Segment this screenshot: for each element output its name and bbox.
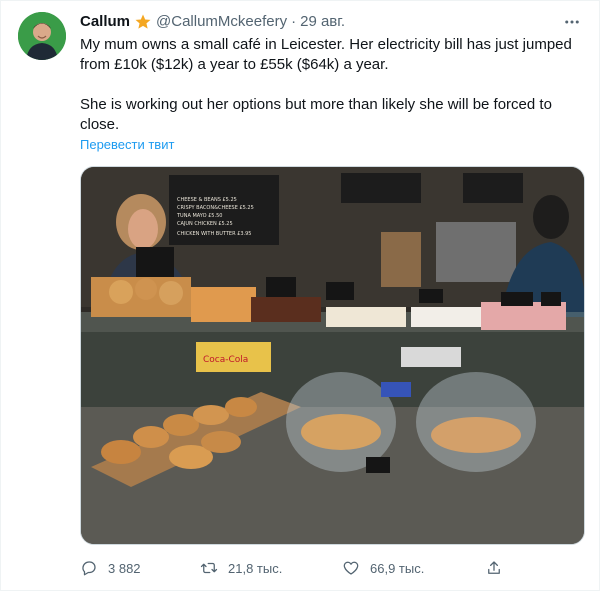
reply-button[interactable]: 3 882 bbox=[80, 556, 141, 580]
tweet-header: Callum @CallumMckeefery · 29 авг. bbox=[80, 13, 345, 31]
like-button[interactable]: 66,9 тыс. bbox=[342, 556, 424, 580]
menu-line: CHEESE & BEANS £5.25 bbox=[177, 197, 237, 203]
menu-line: CAJUN CHICKEN £5.25 bbox=[177, 221, 233, 227]
separator-dot: · bbox=[291, 13, 297, 30]
menu-line: TUNA MAYO £5.50 bbox=[176, 213, 222, 219]
share-icon bbox=[488, 561, 500, 574]
display-name[interactable]: Callum bbox=[80, 13, 130, 31]
reply-icon bbox=[82, 561, 96, 576]
like-count: 66,9 тыс. bbox=[370, 560, 425, 576]
tweet-photo[interactable]: CHEESE & BEANS £5.25 CRISPY BACON&CHEESE… bbox=[80, 166, 585, 545]
retweet-icon bbox=[200, 562, 218, 574]
translate-link[interactable]: Перевести твит bbox=[80, 137, 174, 153]
share-button[interactable] bbox=[485, 556, 503, 580]
cafe-photo: CHEESE & BEANS £5.25 CRISPY BACON&CHEESE… bbox=[81, 167, 584, 544]
retweet-button[interactable]: 21,8 тыс. bbox=[200, 556, 282, 580]
tweet-text: My mum owns a small café in Leicester. H… bbox=[80, 36, 572, 133]
more-options-button[interactable] bbox=[559, 9, 585, 35]
tweet-card: Callum @CallumMckeefery · 29 авг. My mum… bbox=[0, 0, 600, 591]
more-icon bbox=[565, 20, 579, 24]
retweet-count: 21,8 тыс. bbox=[228, 560, 283, 576]
reply-count: 3 882 bbox=[108, 560, 141, 576]
star-icon bbox=[134, 13, 152, 31]
cocacola-sign: Coca-Cola bbox=[203, 355, 248, 365]
user-handle[interactable]: @CallumMckeefery bbox=[156, 13, 287, 31]
menu-line: CHICKEN WITH BUTTER £3.95 bbox=[177, 231, 251, 237]
tweet-date[interactable]: 29 авг. bbox=[300, 13, 345, 31]
heart-icon bbox=[343, 561, 359, 575]
tweet-actions: 3 882 21,8 тыс. 66,9 тыс. bbox=[80, 556, 585, 580]
menu-line: CRISPY BACON&CHEESE £5.25 bbox=[177, 205, 254, 211]
avatar[interactable] bbox=[18, 12, 66, 60]
